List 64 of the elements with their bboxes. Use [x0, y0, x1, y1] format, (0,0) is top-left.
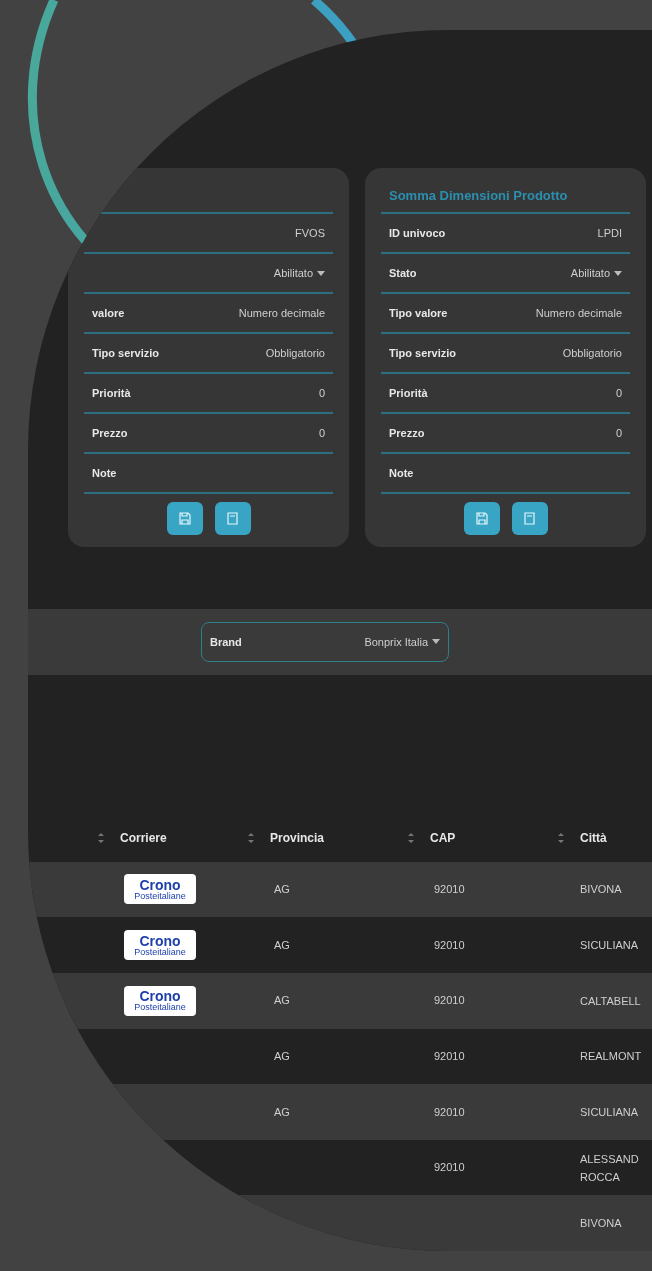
column-header: Corriere [120, 830, 167, 848]
card-title: Somma Dimensioni Prodotto [389, 187, 568, 206]
field-value: 0 [615, 425, 622, 441]
table-cell-text: ALESSAND ROCCA [580, 1151, 640, 1185]
field-label: valore [92, 305, 125, 321]
table-cell: AG [274, 1050, 290, 1063]
field-value: 0 [318, 385, 325, 401]
document-icon [227, 512, 238, 525]
field-label: Prezzo [389, 425, 425, 441]
field-label: Tipo servizio [92, 345, 160, 361]
table-cell: AG [274, 883, 290, 896]
sort-icon[interactable] [558, 833, 564, 844]
table-cell-text: CALTABELL [580, 993, 640, 1009]
caret-icon [614, 270, 622, 276]
table-cell-text: BIVONA [580, 1216, 623, 1232]
table-cell: AG [274, 938, 290, 951]
status-dropdown[interactable]: Abilitato [273, 264, 325, 282]
field-label: Tipo valore [389, 305, 448, 321]
save-button[interactable] [463, 502, 500, 535]
field-label: Prezzo [92, 425, 128, 441]
field-label: ID univoco [389, 225, 446, 241]
field-value: Numero decimale [535, 305, 622, 321]
table-cell-text: SICULIANA [580, 938, 640, 954]
table-cell-text: BIVONA [580, 882, 623, 898]
field-value: FVOS [295, 225, 325, 241]
table-cell: 92010 [434, 1105, 465, 1118]
field-value: 0 [318, 425, 325, 441]
save-button[interactable] [166, 502, 203, 535]
brand-dropdown[interactable]: Brand Bonprix Italia [201, 622, 449, 662]
table-cell-text: REALMONT [580, 1049, 640, 1065]
courier-logo: Crono Posteitaliane [124, 874, 196, 905]
column-header: CAP [430, 830, 456, 848]
field-label: Priorità [389, 385, 428, 401]
field-label: Note [389, 465, 414, 481]
field-label: Priorità [92, 385, 131, 401]
field-label: Stato [389, 265, 417, 281]
sort-icon[interactable] [98, 833, 104, 844]
table-cell: AG [274, 994, 290, 1007]
document-icon [524, 512, 535, 525]
document-button[interactable] [214, 502, 251, 535]
caret-icon [317, 270, 325, 276]
table-cell: AG [274, 1105, 290, 1118]
table-cell: 92010 [434, 938, 465, 951]
field-value: Numero decimale [238, 305, 325, 321]
document-button[interactable] [511, 502, 548, 535]
courier-logo: Crono Posteitaliane [124, 985, 196, 1016]
caret-icon [432, 639, 440, 645]
field-value: Obbligatorio [562, 345, 622, 361]
table-cell: 92010 [434, 994, 465, 1007]
field-label: Note [92, 465, 117, 481]
field-value: 0 [615, 385, 622, 401]
column-header: Città [580, 830, 607, 848]
field-value: LPDI [597, 225, 622, 241]
column-header: Provincia [270, 830, 325, 848]
field-value: Obbligatorio [265, 345, 325, 361]
sort-icon[interactable] [248, 833, 254, 844]
table-cell: 92010 [434, 883, 465, 896]
sort-icon[interactable] [408, 833, 414, 844]
status-dropdown[interactable]: Abilitato [570, 264, 622, 282]
field-label: Tipo servizio [389, 345, 457, 361]
table-cell: 92010 [434, 1161, 465, 1174]
courier-logo: Crono Posteitaliane [124, 930, 196, 961]
table-cell: 92010 [434, 1050, 465, 1063]
table-cell-text: SICULIANA [580, 1104, 640, 1120]
